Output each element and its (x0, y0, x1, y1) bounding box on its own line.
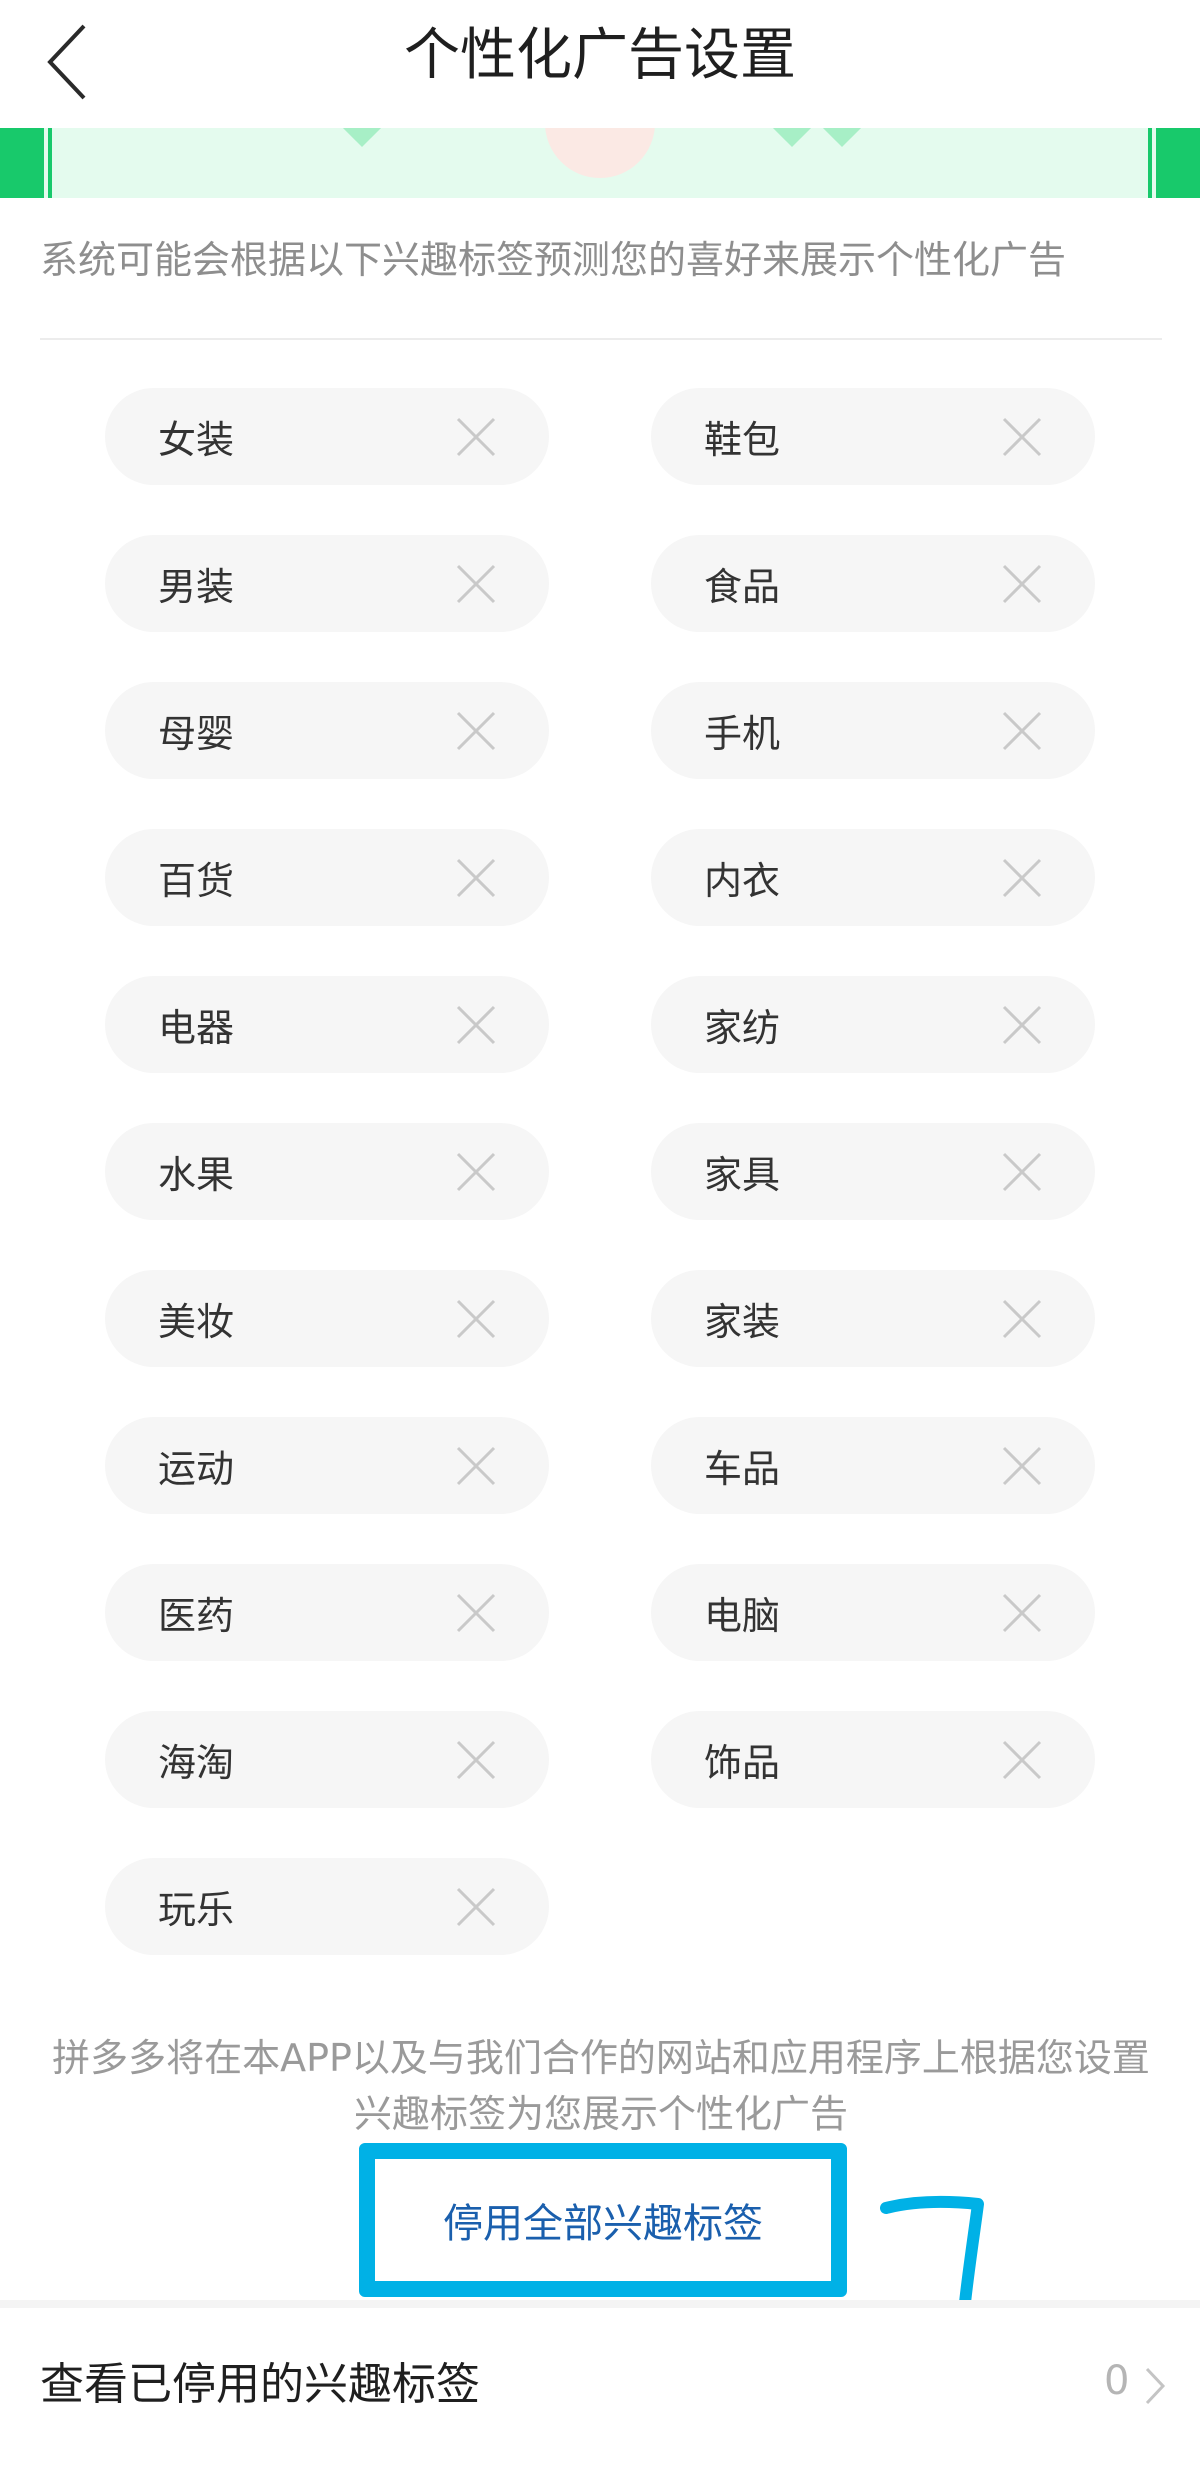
promo-banner (0, 128, 1200, 198)
view-disabled-tags-row[interactable]: 查看已停用的兴趣标签 0 (0, 2308, 1200, 2475)
interest-tag: 水果 (105, 1123, 549, 1220)
interest-tag-label: 电器 (158, 1006, 235, 1050)
interest-tag: 海淘 (105, 1711, 549, 1808)
header-bar: 个性化广告设置 (0, 0, 1200, 128)
disabled-tags-count: 0 (1104, 2358, 1130, 2404)
interest-tag: 百货 (105, 829, 549, 926)
remove-tag-close-icon[interactable] (1001, 1151, 1043, 1193)
interest-tag: 家具 (651, 1123, 1095, 1220)
interest-tag: 内衣 (651, 829, 1095, 926)
interest-tag-label: 电脑 (704, 1594, 781, 1638)
remove-tag-close-icon[interactable] (455, 1592, 497, 1634)
remove-tag-close-icon[interactable] (1001, 1739, 1043, 1781)
interest-tag-label: 鞋包 (704, 418, 781, 462)
interest-tag-label: 男装 (158, 565, 235, 609)
view-disabled-tags-label: 查看已停用的兴趣标签 (40, 2359, 480, 2410)
remove-tag-close-icon[interactable] (455, 1739, 497, 1781)
interest-tag-label: 内衣 (704, 859, 781, 903)
remove-tag-close-icon[interactable] (455, 1886, 497, 1928)
interest-tag: 母婴 (105, 682, 549, 779)
interest-tag: 家纺 (651, 976, 1095, 1073)
remove-tag-close-icon[interactable] (455, 563, 497, 605)
interest-tag: 手机 (651, 682, 1095, 779)
remove-tag-close-icon[interactable] (1001, 710, 1043, 752)
interest-tag: 男装 (105, 535, 549, 632)
remove-tag-close-icon[interactable] (1001, 416, 1043, 458)
interest-tag-label: 女装 (158, 418, 235, 462)
page-title: 个性化广告设置 (404, 23, 796, 88)
interest-tag-label: 美妆 (158, 1300, 235, 1344)
interest-tag-label: 食品 (704, 565, 781, 609)
interest-tag: 车品 (651, 1417, 1095, 1514)
remove-tag-close-icon[interactable] (1001, 1298, 1043, 1340)
disable-all-tags-button[interactable]: 停用全部兴趣标签 (360, 2145, 846, 2295)
interest-tags-grid: 女装 鞋包男装 食品母婴 手机百货 内衣电器 家纺水果 家具美妆 家装运动 车品医药 电脑海淘 饰品… (105, 388, 1105, 1955)
interest-tag-label: 母婴 (158, 712, 235, 756)
interest-tag: 运动 (105, 1417, 549, 1514)
interest-tag-label: 百货 (158, 859, 235, 903)
interest-tag: 女装 (105, 388, 549, 485)
interest-tag: 美妆 (105, 1270, 549, 1367)
remove-tag-close-icon[interactable] (1001, 1592, 1043, 1634)
divider (40, 338, 1162, 340)
interest-tag-label: 车品 (704, 1447, 781, 1491)
interest-tag: 医药 (105, 1564, 549, 1661)
interest-tag: 鞋包 (651, 388, 1095, 485)
interest-tag: 电脑 (651, 1564, 1095, 1661)
interest-tag-label: 家纺 (704, 1006, 781, 1050)
description-text: 系统可能会根据以下兴趣标签预测您的喜好来展示个性化广告 (40, 238, 1067, 282)
interest-tag-label: 运动 (158, 1447, 235, 1491)
remove-tag-close-icon[interactable] (455, 857, 497, 899)
interest-tag-label: 玩乐 (158, 1888, 235, 1932)
interest-tag-label: 家装 (704, 1300, 781, 1344)
remove-tag-close-icon[interactable] (455, 1298, 497, 1340)
interest-tag-label: 手机 (704, 712, 781, 756)
interest-tag: 电器 (105, 976, 549, 1073)
remove-tag-close-icon[interactable] (1001, 857, 1043, 899)
interest-tag: 玩乐 (105, 1858, 549, 1955)
interest-tag-label: 水果 (158, 1153, 235, 1197)
remove-tag-close-icon[interactable] (1001, 1004, 1043, 1046)
chevron-right-icon (1145, 2367, 1166, 2405)
remove-tag-close-icon[interactable] (455, 1004, 497, 1046)
remove-tag-close-icon[interactable] (455, 1445, 497, 1487)
interest-tag: 家装 (651, 1270, 1095, 1367)
interest-tag-label: 饰品 (704, 1741, 781, 1785)
footer-note: 拼多多将在本APP以及与我们合作的网站和应用程序上根据您设置兴趣标签为您展示个性… (52, 2036, 1150, 2136)
interest-tag: 食品 (651, 535, 1095, 632)
interest-tag: 饰品 (651, 1711, 1095, 1808)
interest-tag-label: 医药 (158, 1594, 235, 1638)
remove-tag-close-icon[interactable] (455, 416, 497, 458)
remove-tag-close-icon[interactable] (1001, 563, 1043, 605)
remove-tag-close-icon[interactable] (455, 1151, 497, 1193)
remove-tag-close-icon[interactable] (455, 710, 497, 752)
remove-tag-close-icon[interactable] (1001, 1445, 1043, 1487)
interest-tag-label: 家具 (704, 1153, 781, 1197)
interest-tag-label: 海淘 (158, 1741, 235, 1785)
